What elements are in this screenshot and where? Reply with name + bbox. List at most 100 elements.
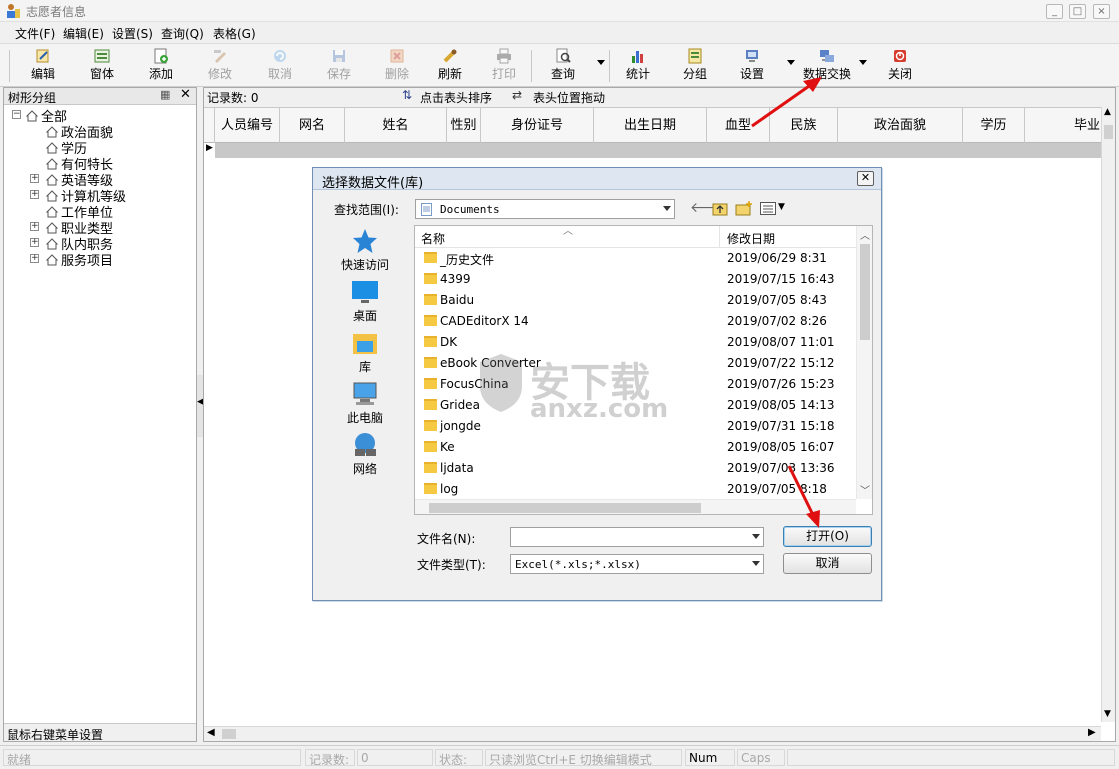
query-button[interactable]: 查询 <box>540 44 586 88</box>
refresh-button[interactable]: 刷新 <box>427 44 473 88</box>
tree-node-english[interactable]: 英语等级 <box>46 170 113 189</box>
column-header[interactable]: 姓名 <box>345 108 447 143</box>
magnifier-icon <box>556 48 571 63</box>
tree-expand-toggle[interactable]: + <box>30 174 39 183</box>
scroll-up-icon[interactable]: ▲ <box>1104 107 1111 117</box>
view-menu-icon[interactable] <box>760 202 776 215</box>
edit-button[interactable]: 编辑 <box>20 44 66 88</box>
vertical-scrollbar[interactable]: ▲ ▼ <box>1101 107 1115 722</box>
column-header[interactable]: 人员编号 <box>215 108 280 143</box>
close-window-button[interactable]: × <box>1093 4 1110 19</box>
cancel-edit-button[interactable]: 取消 <box>257 44 303 88</box>
list-item[interactable]: ljdata 2019/07/03 13:36 <box>415 458 856 479</box>
menu-edit[interactable]: 编辑(E) <box>63 25 104 42</box>
column-header[interactable]: 血型 <box>707 108 770 143</box>
pin-icon[interactable]: ▦ <box>160 88 170 101</box>
group-button[interactable]: 分组 <box>672 44 718 88</box>
delete-button[interactable]: 删除 <box>374 44 420 88</box>
tree-node-service[interactable]: 服务项目 <box>46 250 113 269</box>
place-network[interactable]: 网络 <box>335 431 395 477</box>
modify-button[interactable]: 修改 <box>197 44 243 88</box>
open-button[interactable]: 打开(O) <box>783 526 872 547</box>
data-exchange-button[interactable]: 数据交换 <box>799 44 855 88</box>
tree-expand-toggle[interactable]: + <box>30 238 39 247</box>
close-button[interactable]: 关闭 <box>877 44 923 88</box>
table-row[interactable] <box>215 143 1102 158</box>
settings-dropdown-arrow[interactable] <box>787 60 795 65</box>
file-list-horizontal-scrollbar[interactable] <box>415 499 856 514</box>
list-item[interactable]: CADEditorX 14 2019/07/02 8:26 <box>415 311 856 332</box>
print-button[interactable]: 打印 <box>481 44 527 88</box>
list-item[interactable]: _历史文件 2019/06/29 8:31 <box>415 248 856 269</box>
scroll-thumb[interactable] <box>860 244 870 340</box>
statistics-button[interactable]: 统计 <box>615 44 661 88</box>
list-item[interactable]: Baidu 2019/07/05 8:43 <box>415 290 856 311</box>
view-dropdown-icon[interactable]: ▼ <box>778 202 785 212</box>
scroll-thumb[interactable] <box>222 729 236 739</box>
column-header[interactable]: 网名 <box>280 108 345 143</box>
tree-node-education[interactable]: 学历 <box>46 138 87 157</box>
settings-icon <box>746 50 758 62</box>
scroll-down-icon[interactable]: ▼ <box>1104 709 1111 719</box>
column-header[interactable]: 性别 <box>447 108 481 143</box>
scroll-thumb[interactable] <box>1104 125 1113 139</box>
column-header[interactable]: 毕业 <box>1025 108 1103 143</box>
scroll-right-icon[interactable]: ▶ <box>1088 727 1096 738</box>
place-this-pc[interactable]: 此电脑 <box>335 380 395 426</box>
tree-node-team-role[interactable]: 队内职务 <box>46 234 113 253</box>
dialog-close-button[interactable]: ✕ <box>857 171 874 186</box>
tree-expand-toggle[interactable]: + <box>30 190 39 199</box>
column-header[interactable]: 学历 <box>963 108 1025 143</box>
printer-icon <box>497 48 511 64</box>
data-exchange-dropdown-arrow[interactable] <box>859 60 867 65</box>
new-folder-icon[interactable] <box>735 200 753 216</box>
tree-node-political[interactable]: 政治面貌 <box>46 122 113 141</box>
list-item[interactable]: log 2019/07/05 8:18 <box>415 479 856 500</box>
column-header[interactable]: 民族 <box>770 108 838 143</box>
tree-expand-toggle[interactable]: + <box>30 222 39 231</box>
menu-settings[interactable]: 设置(S) <box>112 25 153 42</box>
list-item[interactable]: 4399 2019/07/15 16:43 <box>415 269 856 290</box>
close-panel-icon[interactable]: ✕ <box>180 87 191 102</box>
scroll-thumb[interactable] <box>429 503 701 513</box>
list-item[interactable]: Ke 2019/08/05 16:07 <box>415 437 856 458</box>
lookin-combo[interactable]: Documents <box>415 199 675 219</box>
column-header[interactable]: 出生日期 <box>594 108 707 143</box>
minimize-button[interactable]: _ <box>1046 4 1063 19</box>
tree-panel-footer[interactable]: 鼠标右键菜单设置 <box>4 723 196 742</box>
column-date[interactable]: 修改日期 <box>727 230 775 247</box>
up-folder-icon[interactable] <box>712 201 728 216</box>
tree-node-root[interactable]: 全部 <box>26 106 67 125</box>
column-header[interactable]: 身份证号 <box>481 108 594 143</box>
file-list-vertical-scrollbar[interactable]: ︿ ﹀ <box>856 226 872 499</box>
menu-file[interactable]: 文件(F) <box>15 25 55 42</box>
column-name[interactable]: 名称 <box>421 230 445 247</box>
add-button[interactable]: 添加 <box>138 44 184 88</box>
file-list-header: ︿ 名称 修改日期 <box>415 226 856 248</box>
tree-node-occupation[interactable]: 职业类型 <box>46 218 113 237</box>
tree-collapse-toggle[interactable]: − <box>12 110 21 119</box>
tree-expand-toggle[interactable]: + <box>30 254 39 263</box>
place-quick-access[interactable]: 快速访问 <box>335 227 395 273</box>
scroll-down-icon[interactable]: ﹀ <box>860 482 870 497</box>
tree-node-computer[interactable]: 计算机等级 <box>46 186 126 205</box>
form-button[interactable]: 窗体 <box>79 44 125 88</box>
scroll-left-icon[interactable]: ◀ <box>207 727 215 738</box>
save-button[interactable]: 保存 <box>316 44 362 88</box>
menu-query[interactable]: 查询(Q) <box>161 25 204 42</box>
scroll-up-icon[interactable]: ︿ <box>860 227 870 242</box>
query-dropdown-arrow[interactable] <box>597 60 605 65</box>
place-desktop[interactable]: 桌面 <box>335 278 395 324</box>
tree-node-specialty[interactable]: 有何特长 <box>46 154 113 173</box>
menu-table[interactable]: 表格(G) <box>213 25 256 42</box>
folder-icon <box>424 357 437 368</box>
place-libraries[interactable]: 库 <box>335 329 395 375</box>
filename-input[interactable] <box>510 527 764 547</box>
settings-button[interactable]: 设置 <box>729 44 775 88</box>
column-header[interactable]: 政治面貌 <box>838 108 963 143</box>
filetype-select[interactable]: Excel(*.xls;*.xlsx) <box>510 554 764 574</box>
horizontal-scrollbar[interactable]: ◀ ▶ <box>204 726 1101 741</box>
tree-node-workplace[interactable]: 工作单位 <box>46 202 113 221</box>
cancel-button[interactable]: 取消 <box>783 553 872 574</box>
maximize-button[interactable]: □ <box>1069 4 1086 19</box>
